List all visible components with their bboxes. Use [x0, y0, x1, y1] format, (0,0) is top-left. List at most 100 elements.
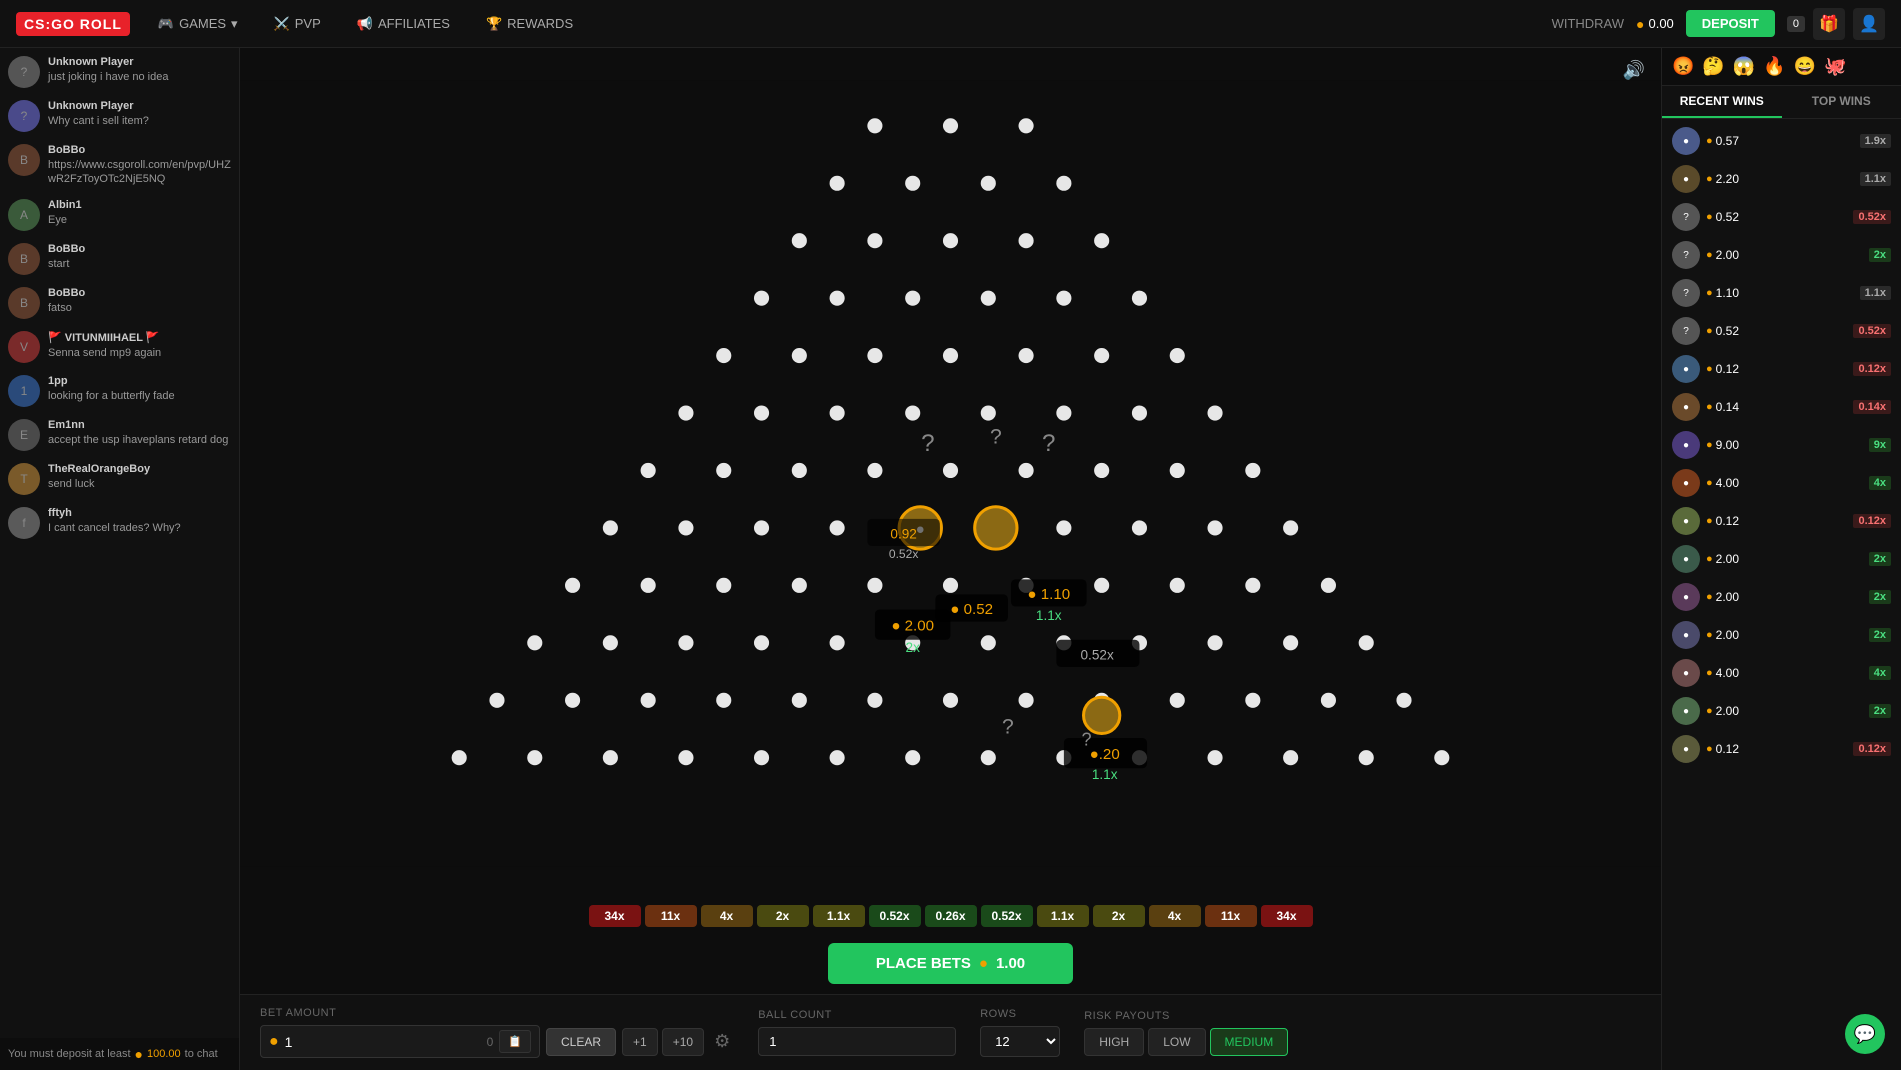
- plinko-canvas: 🔊: [240, 48, 1661, 899]
- svg-text:0.52x: 0.52x: [889, 547, 919, 561]
- coin-icon: ●: [135, 1046, 143, 1062]
- win-multiplier: 0.52x: [1853, 210, 1891, 224]
- affiliates-icon: 📢: [357, 16, 373, 32]
- coin-icon: ●: [1636, 16, 1644, 32]
- place-bet-section: PLACE BETS ● 1.00: [240, 933, 1661, 994]
- avatar: B: [8, 243, 40, 275]
- rewards-icon: 🏆: [486, 16, 502, 32]
- place-bet-button[interactable]: PLACE BETS ● 1.00: [828, 943, 1073, 984]
- multiplier-cell: 0.26x: [925, 905, 977, 927]
- chat-text: Eye: [48, 213, 82, 227]
- win-amount: ● 2.00: [1706, 248, 1863, 262]
- emoji-fire[interactable]: 🔥: [1761, 54, 1787, 79]
- tab-recent-wins[interactable]: RECENT WINS: [1662, 86, 1782, 118]
- svg-text:0.92: 0.92: [890, 527, 916, 542]
- emoji-shocked[interactable]: 😱: [1731, 54, 1757, 79]
- chat-message: E Em1nn accept the usp ihaveplans retard…: [8, 419, 231, 451]
- nav-affiliates[interactable]: 📢 AFFILIATES: [349, 12, 458, 36]
- win-item: ● ● 0.12 0.12x: [1666, 731, 1897, 767]
- risk-high-button[interactable]: HIGH: [1084, 1028, 1144, 1056]
- tab-top-wins[interactable]: TOP WINS: [1782, 86, 1901, 118]
- wins-list[interactable]: ● ● 0.57 1.9x ● ● 2.20 1.1x ? ● 0: [1662, 119, 1901, 1070]
- balance-display: ● 0.00: [1636, 16, 1674, 32]
- win-item: ● ● 4.00 4x: [1666, 465, 1897, 501]
- win-multiplier: 4x: [1869, 666, 1891, 680]
- win-multiplier: 2x: [1869, 590, 1891, 604]
- user-button[interactable]: 👤: [1853, 8, 1885, 40]
- win-item: ● ● 4.00 4x: [1666, 655, 1897, 691]
- coin-icon: ●: [979, 955, 988, 972]
- rows-select[interactable]: 8 10 12 14 16: [980, 1026, 1060, 1057]
- risk-medium-button[interactable]: MEDIUM: [1210, 1028, 1289, 1056]
- chat-username: Em1nn: [48, 419, 228, 431]
- win-item: ? ● 1.10 1.1x: [1666, 275, 1897, 311]
- chat-text: I cant cancel trades? Why?: [48, 521, 181, 535]
- chat-message: B BoBBo start: [8, 243, 231, 275]
- sound-button[interactable]: 🔊: [1623, 60, 1645, 81]
- emoji-smile[interactable]: 😄: [1792, 54, 1818, 79]
- chat-scroll-button[interactable]: 💬: [1845, 1014, 1885, 1054]
- win-multiplier: 0.12x: [1853, 742, 1891, 756]
- bet-amount-input[interactable]: [285, 1034, 481, 1050]
- multiplier-cell: 1.1x: [1037, 905, 1089, 927]
- multiplier-row: 34x 11x 4x 2x 1.1x 0.52x 0.26x 0.52x 1.1…: [240, 899, 1661, 933]
- nav-rewards[interactable]: 🏆 REWARDS: [478, 12, 581, 36]
- copy-button[interactable]: 📋: [499, 1030, 531, 1053]
- clear-button[interactable]: CLEAR: [546, 1028, 616, 1056]
- chat-text: fatso: [48, 301, 85, 315]
- main-layout: ? Unknown Player just joking i have no i…: [0, 48, 1901, 1070]
- avatar: ●: [1672, 355, 1700, 383]
- bet-amount-label: BET AMOUNT: [260, 1007, 734, 1019]
- win-item: ? ● 0.52 0.52x: [1666, 199, 1897, 235]
- bet-input-container: ● 0 📋: [260, 1025, 540, 1058]
- chat-sidebar: ? Unknown Player just joking i have no i…: [0, 48, 240, 1070]
- avatar: T: [8, 463, 40, 495]
- chat-footer: You must deposit at least ● 100.00 to ch…: [0, 1038, 239, 1070]
- win-item: ● ● 0.12 0.12x: [1666, 351, 1897, 387]
- gift-button[interactable]: 🎁: [1813, 8, 1845, 40]
- risk-low-button[interactable]: LOW: [1148, 1028, 1205, 1056]
- avatar: ●: [1672, 507, 1700, 535]
- nav-pvp[interactable]: ⚔️ PVP: [266, 12, 329, 36]
- emoji-angry[interactable]: 😡: [1670, 54, 1696, 79]
- notification-badge[interactable]: 0: [1787, 16, 1805, 32]
- quick-bet-buttons: +1 +10: [622, 1028, 704, 1056]
- games-icon: 🎮: [158, 16, 174, 32]
- avatar: ?: [8, 56, 40, 88]
- settings-button[interactable]: ⚙: [710, 1027, 734, 1056]
- header-icons: 0 🎁 👤: [1787, 8, 1885, 40]
- header: CS:GO ROLL 🎮 GAMES ▾ ⚔️ PVP 📢 AFFILIATES…: [0, 0, 1901, 48]
- withdraw-button[interactable]: WITHDRAW: [1552, 16, 1624, 31]
- avatar: ●: [1672, 659, 1700, 687]
- chat-messages[interactable]: ? Unknown Player just joking i have no i…: [0, 48, 239, 1038]
- emoji-thinking[interactable]: 🤔: [1700, 54, 1726, 79]
- svg-text:● 2.00: ● 2.00: [891, 618, 934, 635]
- pvp-icon: ⚔️: [274, 16, 290, 32]
- chat-text: just joking i have no idea: [48, 70, 168, 84]
- chat-username: 🚩 VITUNMIIHAEL 🚩: [48, 331, 161, 344]
- emoji-octopus[interactable]: 🐙: [1822, 54, 1848, 79]
- win-item: ● ● 0.57 1.9x: [1666, 123, 1897, 159]
- svg-text:2x: 2x: [906, 640, 921, 655]
- right-sidebar: 😡 🤔 😱 🔥 😄 🐙 RECENT WINS TOP WINS ● ● 0.5…: [1661, 48, 1901, 1070]
- chat-text: Why cant i sell item?: [48, 114, 149, 128]
- plus10-button[interactable]: +10: [662, 1028, 704, 1056]
- game-area: 🔊: [240, 48, 1661, 1070]
- logo[interactable]: CS:GO ROLL: [16, 12, 130, 36]
- svg-text:● 0.52: ● 0.52: [950, 601, 993, 618]
- win-multiplier: 2x: [1869, 704, 1891, 718]
- plus1-button[interactable]: +1: [622, 1028, 658, 1056]
- multiplier-cell: 2x: [1093, 905, 1145, 927]
- emoji-row: 😡 🤔 😱 🔥 😄 🐙: [1662, 48, 1901, 86]
- deposit-button[interactable]: DEPOSIT: [1686, 10, 1775, 37]
- chat-username: Unknown Player: [48, 100, 149, 112]
- chat-message: V 🚩 VITUNMIIHAEL 🚩 Senna send mp9 again: [8, 331, 231, 363]
- avatar: ?: [1672, 203, 1700, 231]
- avatar: ?: [1672, 279, 1700, 307]
- nav-games[interactable]: 🎮 GAMES ▾: [150, 12, 246, 36]
- avatar: B: [8, 287, 40, 319]
- win-multiplier: 1.1x: [1860, 286, 1891, 300]
- win-multiplier: 0.52x: [1853, 324, 1891, 338]
- avatar: ●: [1672, 735, 1700, 763]
- ball-count-input[interactable]: [758, 1027, 956, 1056]
